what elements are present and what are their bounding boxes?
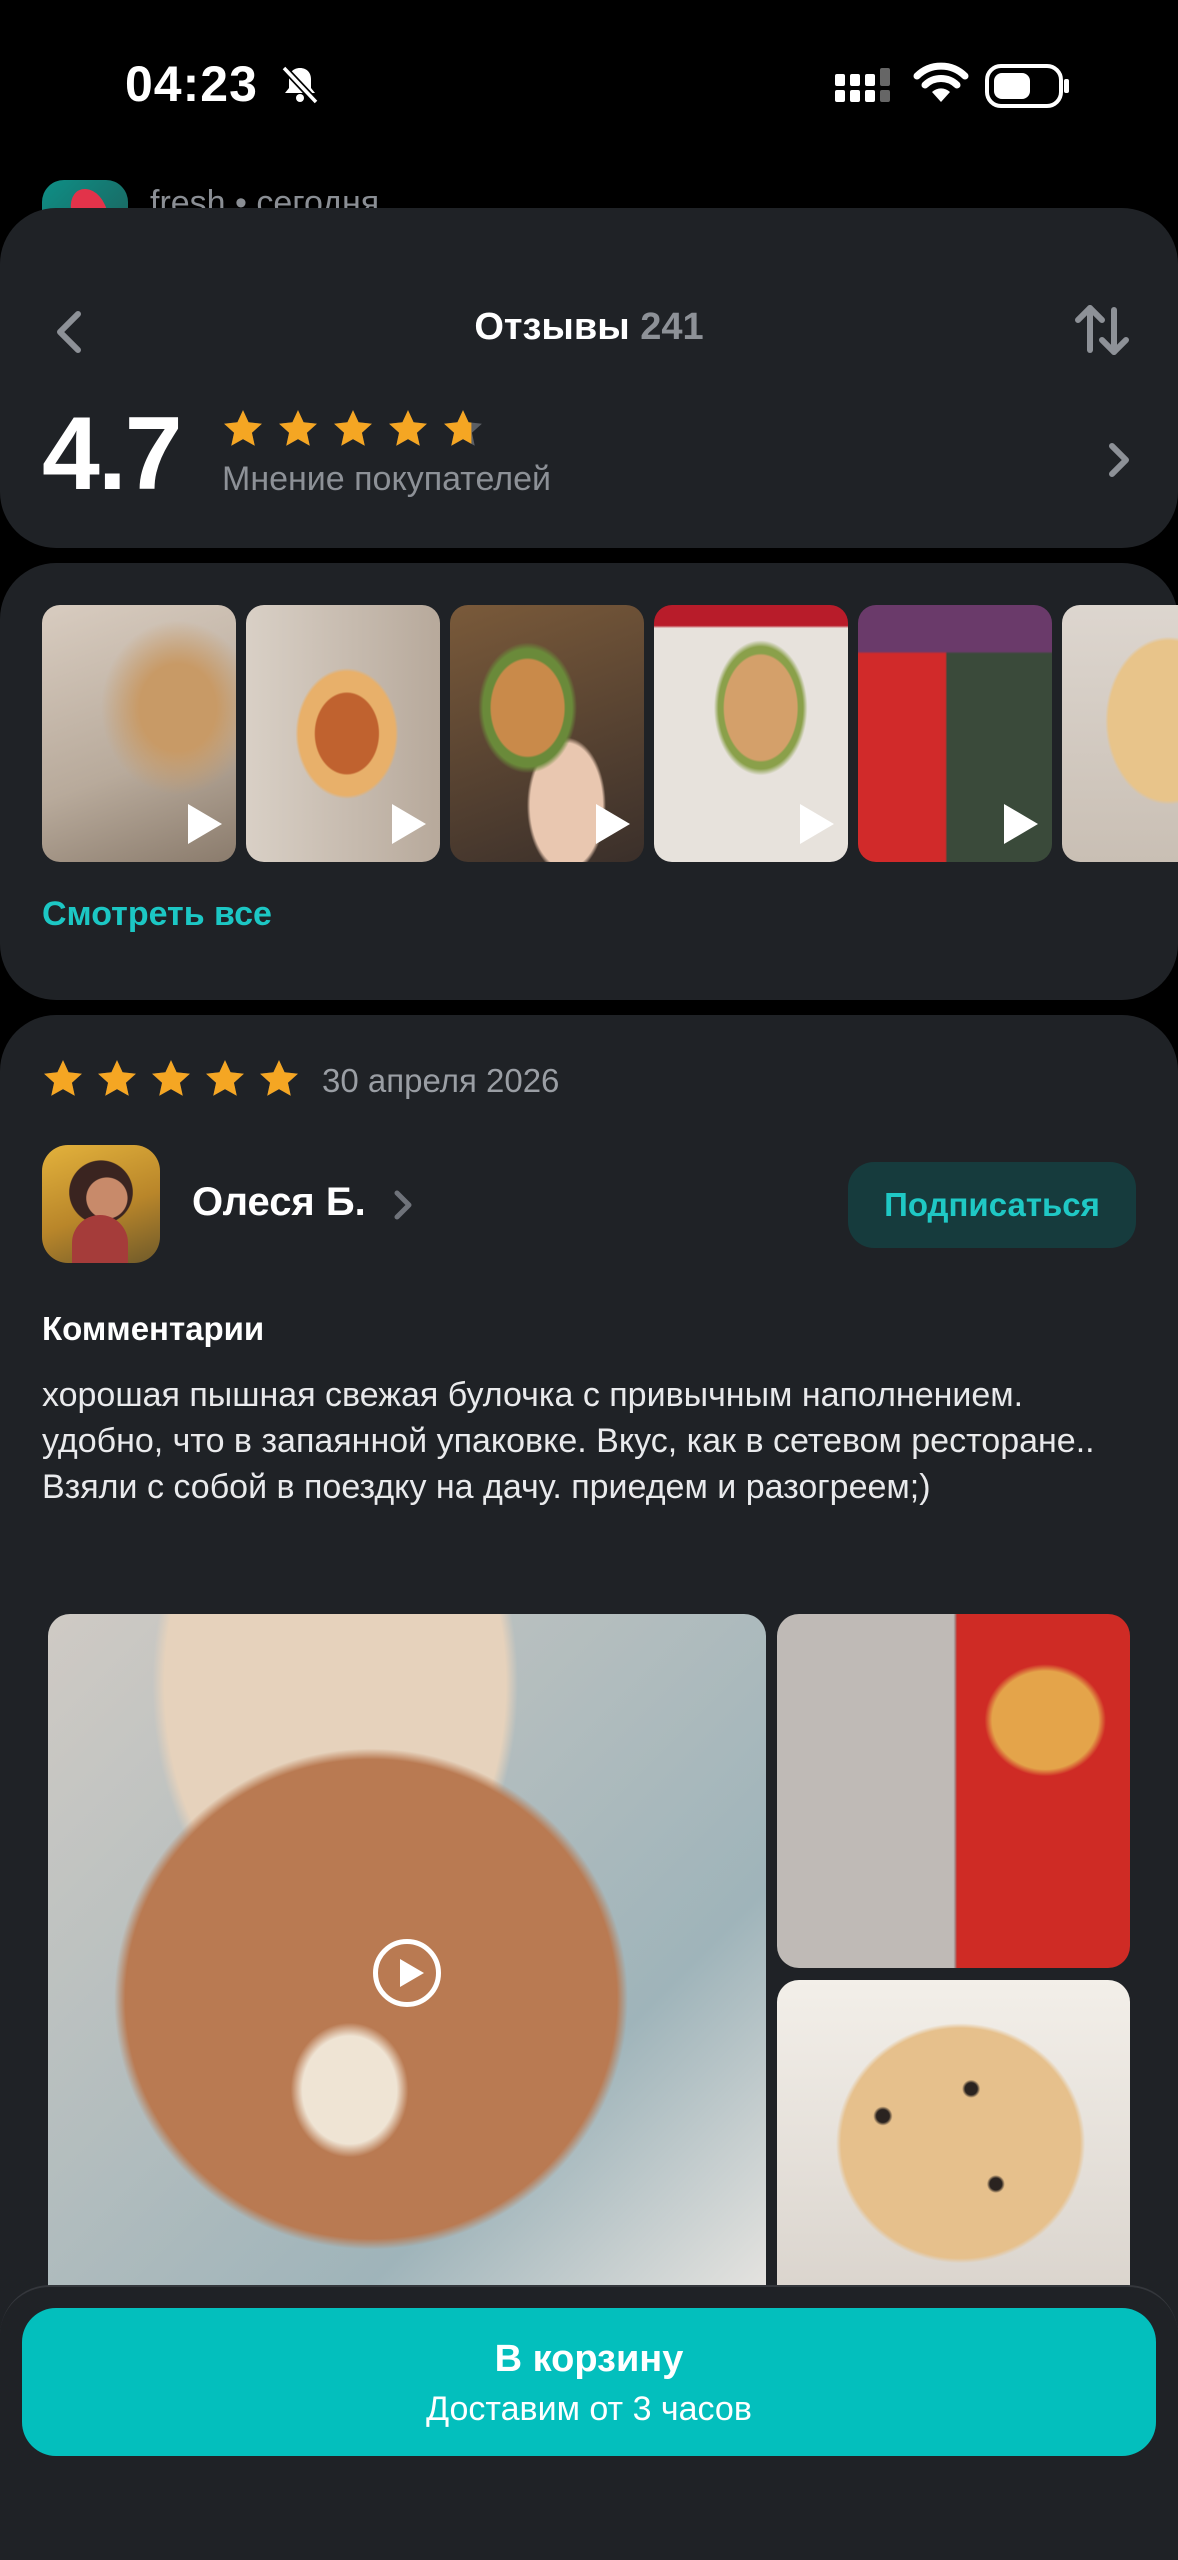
star-icon	[279, 410, 317, 446]
star-icon	[389, 410, 427, 446]
avatar[interactable]	[42, 1145, 160, 1263]
review-photo-package[interactable]	[777, 1614, 1130, 1968]
cellular-signal-icon	[835, 68, 890, 102]
media-thumbnails	[42, 605, 1178, 862]
wifi-icon	[913, 62, 969, 102]
video-thumb-2[interactable]	[246, 605, 440, 862]
star-icon	[44, 1060, 82, 1096]
play-icon	[392, 804, 426, 844]
reviews-count: 241	[640, 306, 704, 348]
status-time: 04:23	[125, 56, 258, 112]
review-photo-burger[interactable]	[777, 1980, 1130, 2320]
star-icon	[98, 1060, 136, 1096]
video-thumb-1[interactable]	[42, 605, 236, 862]
video-thumb-3[interactable]	[450, 605, 644, 862]
star-icon	[206, 1060, 244, 1096]
review-stars	[42, 1058, 300, 1100]
battery-icon	[985, 64, 1069, 108]
star-icon	[260, 1060, 298, 1096]
page-title-text: Отзывы	[474, 306, 630, 348]
add-to-cart-button[interactable]: В корзину Доставим от 3 часов	[22, 2308, 1156, 2456]
rating-stars	[222, 408, 484, 450]
comment-text: хорошая пышная свежая булочка с привычны…	[42, 1376, 1095, 1506]
video-thumb-5[interactable]	[858, 605, 1052, 862]
author-name[interactable]: Олеся Б.	[192, 1180, 366, 1225]
see-all-link[interactable]: Смотреть все	[42, 895, 272, 934]
chevron-right-icon[interactable]	[1106, 440, 1132, 480]
review-date: 30 апреля 2026	[322, 1062, 560, 1099]
comment-label: Комментарии	[42, 1310, 265, 1347]
screen: 04:23 fresh • сегодня Отзывы 241 4.7 Мне…	[0, 0, 1178, 2560]
rating-value: 4.7	[42, 396, 183, 512]
play-icon	[188, 804, 222, 844]
star-icon	[152, 1060, 190, 1096]
photo-thumb-6[interactable]	[1062, 605, 1178, 862]
delivery-time-label: Доставим от 3 часов	[426, 2390, 752, 2428]
sort-icon[interactable]	[1072, 300, 1132, 360]
subscribe-button[interactable]: Подписаться	[848, 1162, 1136, 1248]
star-icon	[444, 410, 482, 446]
star-icon	[334, 410, 372, 446]
play-icon	[1004, 804, 1038, 844]
review-video-main[interactable]	[48, 1614, 766, 2314]
bell-muted-icon	[281, 65, 319, 105]
play-icon	[800, 804, 834, 844]
star-icon	[224, 410, 262, 446]
play-icon	[596, 804, 630, 844]
play-circle-icon[interactable]	[373, 1939, 441, 2007]
chevron-right-icon[interactable]	[392, 1188, 414, 1222]
rating-caption: Мнение покупателей	[222, 460, 551, 498]
status-bar: 04:23	[0, 0, 1178, 170]
video-thumb-4[interactable]	[654, 605, 848, 862]
add-to-cart-label: В корзину	[494, 2338, 684, 2380]
page-title: Отзывы 241	[0, 306, 1178, 349]
